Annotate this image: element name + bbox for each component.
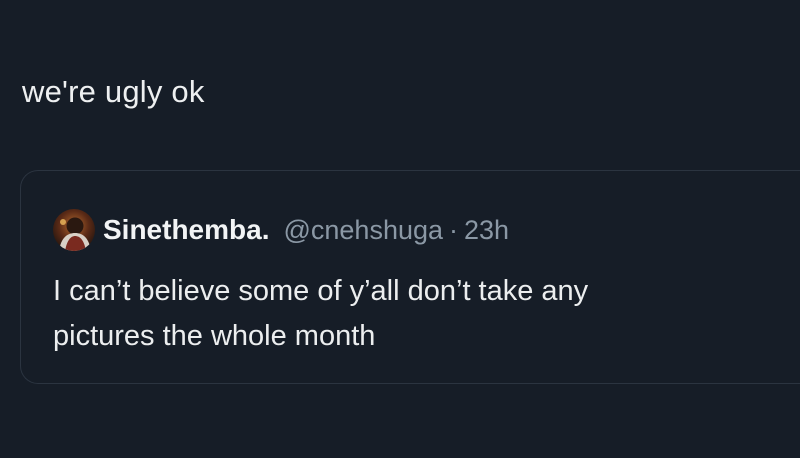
quoted-tweet-separator: ·: [449, 214, 459, 245]
quoted-tweet-text-line: pictures the whole month: [53, 320, 376, 352]
quoted-tweet-header: Sinethemba. @cnehshuga · 23h: [53, 207, 509, 253]
quoted-tweet-card[interactable]: Sinethemba. @cnehshuga · 23h I can’t bel…: [20, 170, 800, 384]
quoted-tweet-handle[interactable]: @cnehshuga: [283, 215, 443, 246]
avatar-icon[interactable]: [53, 209, 95, 251]
tweet-text: we're ugly ok: [22, 74, 205, 109]
quoted-tweet-display-name[interactable]: Sinethemba.: [103, 214, 269, 246]
tweet: we're ugly ok Sinethemba. @cnehshuga · 2…: [0, 0, 800, 458]
quoted-tweet-time[interactable]: 23h: [464, 215, 509, 246]
quoted-tweet-text-line: I can’t believe some of y’all don’t take…: [53, 275, 589, 307]
quoted-tweet-text: I can’t believe some of y’all don’t take…: [53, 269, 793, 359]
